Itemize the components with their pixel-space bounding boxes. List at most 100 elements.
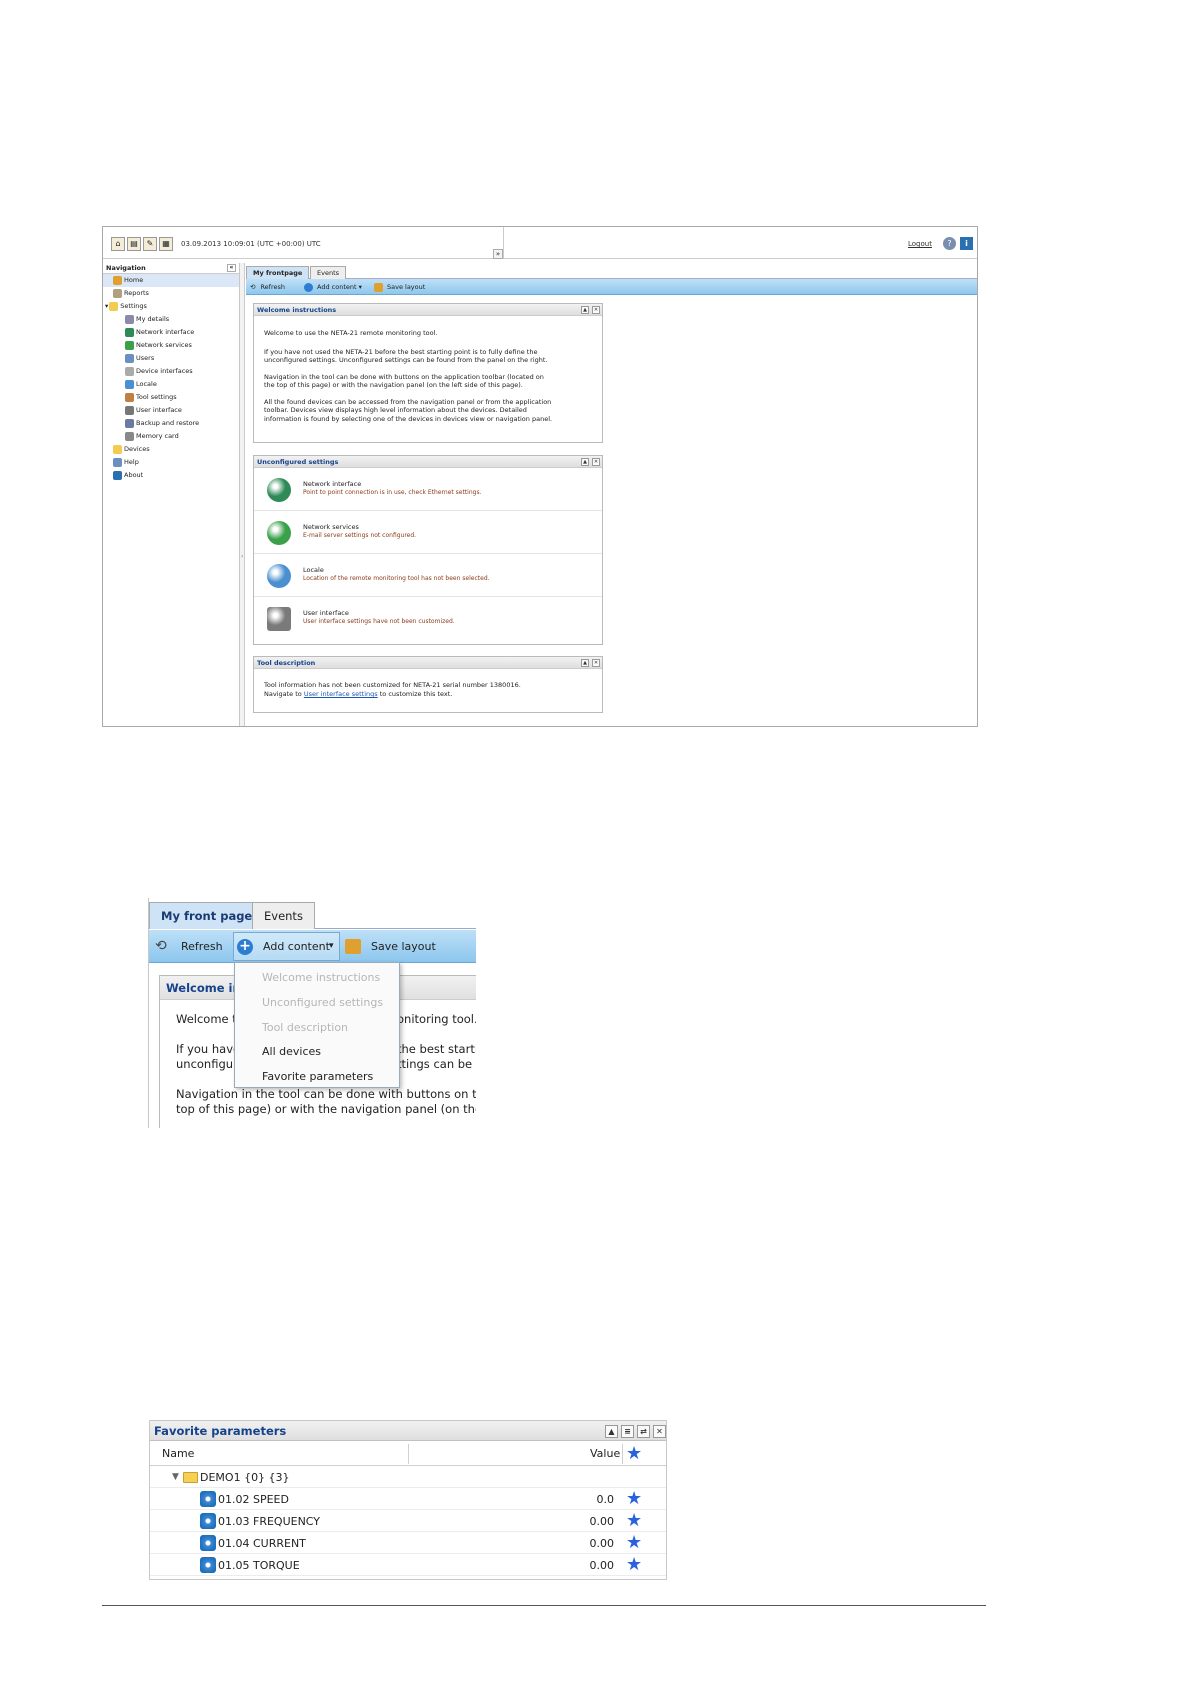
sidebar-item-backup-and-restore[interactable]: Backup and restore	[103, 417, 239, 430]
refresh-icon[interactable]: ⇄	[637, 1425, 650, 1438]
welcome-line-tail: ttings can be f	[397, 1057, 476, 1071]
devices-icon[interactable]: ▦	[159, 237, 173, 251]
tab-events[interactable]: Events	[252, 902, 315, 929]
star-icon[interactable]: ★	[626, 1445, 642, 1463]
tab-events[interactable]: Events	[310, 266, 347, 279]
tool-description-line: Tool information has not been customized…	[264, 681, 521, 689]
sidebar-item-network-services[interactable]: Network services	[103, 339, 239, 352]
parameter-value: 0.00	[589, 1537, 615, 1550]
favorite-star-icon[interactable]: ★	[626, 1556, 642, 1574]
list-icon[interactable]: ≡	[621, 1425, 634, 1438]
locale-globe-icon	[267, 564, 291, 588]
settings-icon[interactable]: ✎	[143, 237, 157, 251]
menu-item-unconfigured-settings: Unconfigured settings	[262, 996, 384, 1009]
parameter-gear-icon	[200, 1557, 216, 1573]
close-icon[interactable]: ✕	[592, 458, 600, 466]
sidebar-item-help[interactable]: Help	[103, 456, 239, 469]
expand-arrow-icon[interactable]: ▾	[105, 302, 108, 310]
favorite-star-icon[interactable]: ★	[626, 1490, 642, 1508]
home-icon[interactable]: ⌂	[111, 237, 125, 251]
user-interface-icon	[267, 607, 291, 631]
unconfigured-item-title[interactable]: User interface	[303, 609, 349, 617]
close-icon[interactable]: ✕	[592, 659, 600, 667]
sidebar-item-user-interface[interactable]: User interface	[103, 404, 239, 417]
sidebar-item-label: Users	[136, 354, 155, 362]
column-header-row: Name Value ★	[150, 1442, 666, 1466]
frontpage-toolbar: ⟲ Refresh Add content ▾ Save layout	[246, 279, 977, 295]
unconfigured-item[interactable]: User interface User interface settings ha…	[254, 597, 602, 640]
sidebar-item-label: Devices	[124, 445, 150, 453]
add-content-button[interactable]: Add content ▾	[304, 279, 362, 295]
save-layout-button[interactable]: Save layout	[371, 930, 436, 963]
unconfigured-item[interactable]: Network services E-mail server settings n…	[254, 511, 602, 554]
sidebar-item-home[interactable]: Home	[103, 274, 239, 287]
tool-description-body: Tool information has not been customized…	[254, 669, 602, 699]
chevron-down-icon[interactable]: ▾	[329, 930, 334, 963]
sidebar-item-users[interactable]: Users	[103, 352, 239, 365]
unconfigured-item-title[interactable]: Network interface	[303, 480, 361, 488]
sidebar-item-memory-card[interactable]: Memory card	[103, 430, 239, 443]
table-row[interactable]: 01.04 CURRENT 0.00 ★	[150, 1533, 666, 1554]
help-icon[interactable]: ?	[943, 237, 956, 250]
sidebar-item-network-interface[interactable]: Network interface	[103, 326, 239, 339]
collapse-icon[interactable]: ▲	[581, 306, 589, 314]
welcome-panel-body: Welcome to use the NETA-21 remote monito…	[254, 329, 602, 423]
welcome-line-tail: the best starti	[397, 1042, 476, 1056]
sidebar-item-tool-settings[interactable]: Tool settings	[103, 391, 239, 404]
globe-icon	[125, 379, 134, 389]
logout-link[interactable]: Logout	[908, 240, 932, 248]
refresh-button[interactable]: Refresh	[181, 930, 223, 963]
collapse-icon[interactable]: ▲	[581, 659, 589, 667]
welcome-line: Welcome t	[176, 1012, 237, 1026]
welcome-line: If you have not used the NETA-21 before …	[264, 347, 538, 356]
parameter-value: 0.00	[589, 1559, 615, 1572]
expand-arrow-icon[interactable]: ▼	[172, 1467, 179, 1488]
unconfigured-item[interactable]: Network interface Point to point connecti…	[254, 468, 602, 511]
table-row[interactable]: 01.05 TORQUE 0.00 ★	[150, 1555, 666, 1576]
favorite-star-icon[interactable]: ★	[626, 1512, 642, 1530]
tab-my-frontpage[interactable]: My frontpage	[246, 266, 310, 279]
reports-icon[interactable]: ▤	[127, 237, 141, 251]
unconfigured-item[interactable]: Locale Location of the remote monitoring …	[254, 554, 602, 597]
tool-description-panel: Tool description ▲ ✕ Tool information ha…	[253, 656, 603, 713]
sidebar-item-my-details[interactable]: My details	[103, 313, 239, 326]
sidebar-item-device-interfaces[interactable]: Device interfaces	[103, 365, 239, 378]
table-row[interactable]: 01.02 SPEED 0.0 ★	[150, 1489, 666, 1510]
add-icon: +	[237, 939, 253, 955]
tool-icon	[125, 392, 134, 402]
close-icon[interactable]: ✕	[592, 306, 600, 314]
info-icon[interactable]: i	[960, 237, 973, 250]
user-interface-settings-link[interactable]: User interface settings	[304, 690, 378, 698]
add-content-menu-screenshot: My front page Events ⟲ Refresh + Add con…	[148, 898, 476, 1128]
refresh-button[interactable]: ⟲ Refresh	[250, 279, 285, 295]
table-row[interactable]: 01.03 FREQUENCY 0.00 ★	[150, 1511, 666, 1532]
unconfigured-settings-panel: Unconfigured settings ▲ ✕ Network interf…	[253, 455, 603, 645]
sidebar-item-devices[interactable]: Devices	[103, 443, 239, 456]
navigation-header: Navigation «	[103, 263, 239, 274]
tab-my-front-page[interactable]: My front page	[149, 902, 265, 929]
collapse-icon[interactable]: ▲	[605, 1425, 618, 1438]
navigation-collapse-icon[interactable]: «	[227, 264, 236, 272]
panel-splitter[interactable]: ‹	[240, 263, 245, 726]
navigation-tree: Home Reports ▾ Settings My details Network in…	[103, 274, 239, 482]
favorite-parameters-title: Favorite parameters	[154, 1424, 287, 1438]
sidebar-item-settings[interactable]: ▾ Settings	[103, 300, 239, 313]
favorite-star-icon[interactable]: ★	[626, 1534, 642, 1552]
collapse-icon[interactable]: ▲	[581, 458, 589, 466]
tool-description-line: Navigate to User interface settings to c…	[264, 690, 592, 699]
unconfigured-item-title[interactable]: Locale	[303, 566, 324, 574]
column-value-header[interactable]: Value	[590, 1442, 620, 1466]
column-name-header[interactable]: Name	[162, 1442, 194, 1466]
menu-item-all-devices[interactable]: All devices	[262, 1045, 321, 1058]
sidebar-item-locale[interactable]: Locale	[103, 378, 239, 391]
home-icon	[113, 275, 122, 285]
save-layout-button[interactable]: Save layout	[374, 279, 425, 295]
menu-item-favorite-parameters[interactable]: Favorite parameters	[262, 1070, 373, 1083]
welcome-line-tail: onitoring tool.	[397, 1012, 476, 1026]
tree-group-row[interactable]: ▼ DEMO1 {0} {3}	[150, 1467, 666, 1488]
sidebar-item-about[interactable]: About	[103, 469, 239, 482]
unconfigured-item-title[interactable]: Network services	[303, 523, 359, 531]
sidebar-item-reports[interactable]: Reports	[103, 287, 239, 300]
close-icon[interactable]: ✕	[653, 1425, 666, 1438]
toolbar-collapse-icon[interactable]: »	[493, 249, 503, 259]
